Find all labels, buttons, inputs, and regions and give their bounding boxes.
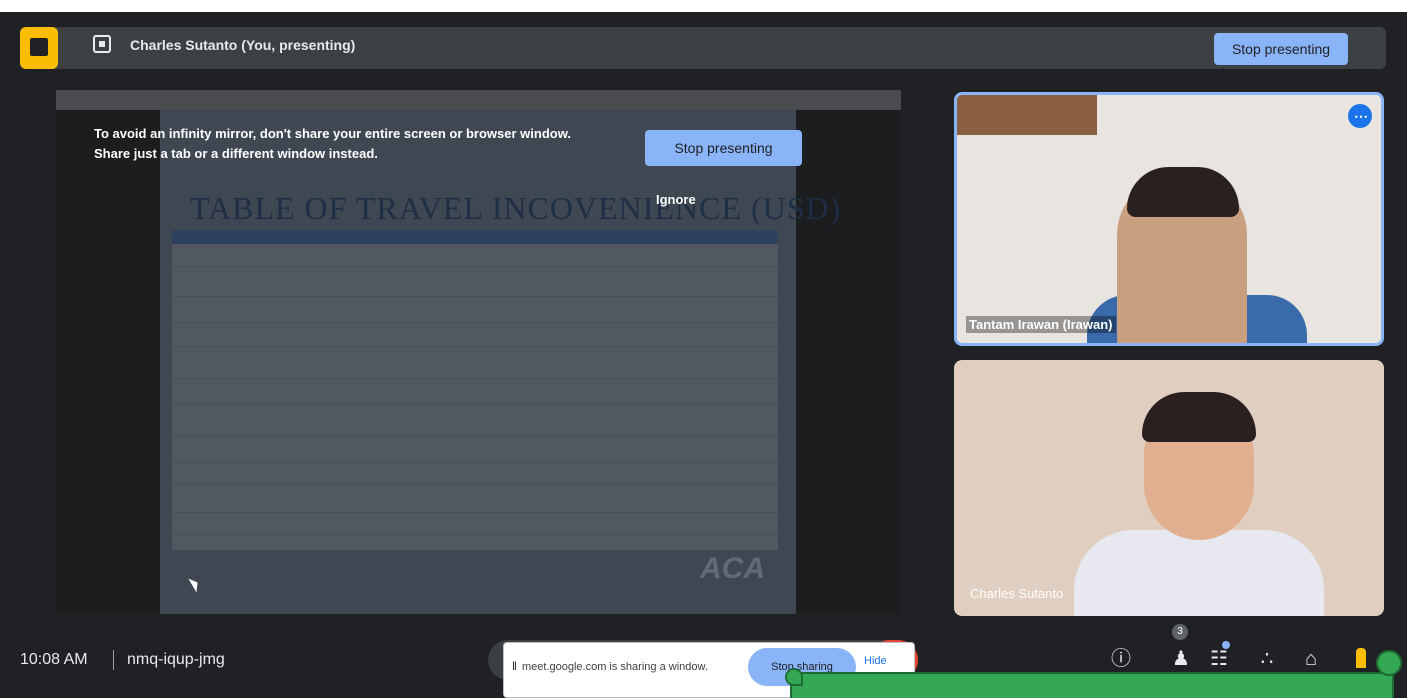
meeting-time: 10:08 AM xyxy=(20,651,88,668)
participant-hair xyxy=(1142,392,1256,442)
screen-share-icon xyxy=(93,35,111,53)
pause-icon[interactable]: ‖ xyxy=(512,659,517,673)
overlay-panel xyxy=(790,672,1394,698)
overlay-handle[interactable] xyxy=(785,668,803,686)
window-top-edge xyxy=(0,0,1407,12)
participant-name: Charles Sutanto xyxy=(970,586,1064,601)
people-icon[interactable]: ♟ xyxy=(1166,644,1196,674)
warning-stop-presenting-button[interactable]: Stop presenting xyxy=(645,130,802,166)
chat-icon[interactable]: ☷ xyxy=(1204,644,1234,674)
participant-tile-tantam[interactable] xyxy=(954,92,1384,346)
presenter-label: Charles Sutanto (You, presenting) xyxy=(130,37,356,53)
ignore-button[interactable]: Ignore xyxy=(656,192,696,207)
shared-screen-overlay xyxy=(56,110,901,614)
presentation-icon xyxy=(20,27,58,69)
participant-name: Tantam Irawan (Irawan) xyxy=(966,316,1116,333)
stop-presenting-button[interactable]: Stop presenting xyxy=(1214,33,1348,65)
activities-icon[interactable]: ∴ xyxy=(1252,644,1282,674)
meeting-code: nmq-iqup-jmg xyxy=(127,651,225,668)
more-options-icon[interactable]: ⋯ xyxy=(1348,104,1372,128)
footer-divider xyxy=(113,650,114,670)
host-controls-icon[interactable]: ⌂ xyxy=(1296,644,1326,674)
participant-shirt xyxy=(1074,530,1324,616)
hide-button[interactable]: Hide xyxy=(864,655,887,667)
raise-hand-icon[interactable] xyxy=(1356,648,1366,668)
background-shelf xyxy=(957,95,1097,135)
overlay-handle[interactable] xyxy=(1376,650,1402,676)
participant-tile-charles[interactable] xyxy=(954,360,1384,616)
shared-screen-titlebar xyxy=(56,90,901,110)
participant-hair xyxy=(1127,167,1239,217)
participant-count-badge: 3 xyxy=(1172,624,1188,640)
sharing-message: meet.google.com is sharing a window. xyxy=(522,661,708,673)
infinity-mirror-warning: To avoid an infinity mirror, don't share… xyxy=(94,126,571,161)
chat-notification-dot xyxy=(1222,641,1230,649)
info-icon[interactable]: ⓘ xyxy=(1106,644,1136,674)
